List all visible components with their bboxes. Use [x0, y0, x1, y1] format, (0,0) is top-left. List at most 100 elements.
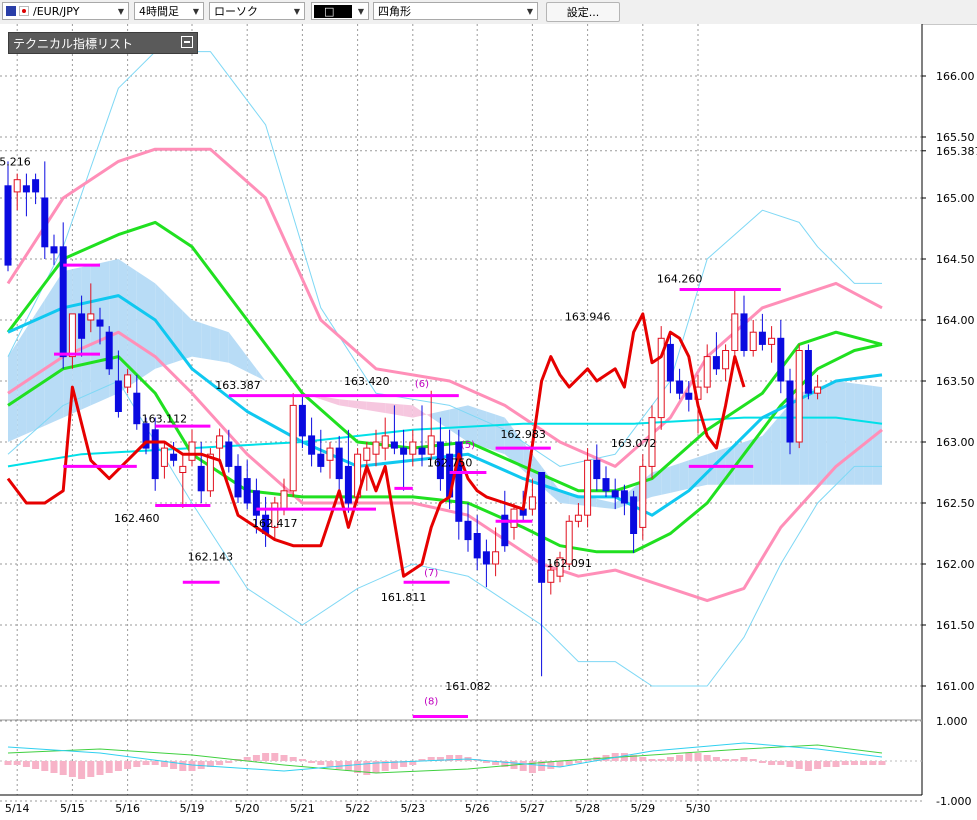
- osc-histogram-bar: [13, 761, 21, 765]
- settings-button[interactable]: 設定...: [546, 2, 620, 22]
- osc-histogram-bar: [768, 761, 776, 765]
- osc-histogram-bar: [786, 761, 794, 767]
- ichimoku-cloud-segment: [210, 326, 220, 362]
- x-tick-label: 5/23: [400, 802, 425, 815]
- x-tick-label: 5/14: [5, 802, 30, 815]
- candle-body: [206, 453, 214, 492]
- price-annotation: 162.750: [427, 457, 473, 470]
- shape-label: 四角形: [378, 5, 411, 18]
- y-tick-label: 163.50: [936, 375, 975, 388]
- osc-histogram-bar: [777, 761, 785, 765]
- x-tick-label: 5/21: [290, 802, 315, 815]
- x-tick-label: 5/20: [235, 802, 260, 815]
- candle-body: [473, 533, 481, 559]
- price-chart[interactable]: 5/14 5/15 5/16 5/19 5/20 5/21 5/22 5/23 5/26 5/27…: [0, 24, 977, 820]
- chart-type-select[interactable]: ローソク ▼: [209, 2, 305, 20]
- chevron-down-icon: ▼: [357, 6, 365, 16]
- candle-body: [703, 356, 711, 388]
- color-label: □: [314, 4, 352, 18]
- candle-body: [602, 478, 610, 492]
- candle-body: [317, 453, 325, 467]
- candle-body: [289, 404, 297, 492]
- y-tick-label: 161.00: [936, 680, 975, 693]
- jp-flag-icon: [19, 6, 29, 16]
- candle-body: [170, 453, 178, 461]
- candle-body: [78, 313, 86, 339]
- ichimoku-cloud-segment: [845, 382, 855, 485]
- osc-histogram-bar: [519, 761, 527, 771]
- candle-body: [252, 490, 260, 516]
- wave-count-label: (6): [415, 379, 429, 390]
- candle-body: [22, 185, 30, 193]
- ichimoku-cloud-segment: [771, 414, 781, 485]
- candle-body: [114, 380, 122, 412]
- symbol-select[interactable]: /EUR/JPY ▼: [2, 2, 129, 20]
- osc-histogram-bar: [326, 761, 334, 767]
- ichimoku-cloud-segment: [164, 292, 174, 366]
- candle-body: [243, 478, 251, 504]
- candle-body: [32, 179, 40, 193]
- candle-body: [758, 331, 766, 345]
- candle-body: [676, 380, 684, 394]
- x-tick-label: 5/26: [465, 802, 490, 815]
- candle-body: [197, 465, 205, 492]
- price-annotation: 163.946: [565, 311, 611, 324]
- ichimoku-cloud-segment: [468, 405, 478, 446]
- candle-body: [298, 404, 306, 437]
- candle-body: [381, 435, 389, 449]
- candle-body: [188, 441, 196, 461]
- chevron-down-icon: ▼: [192, 6, 200, 16]
- minimize-icon[interactable]: [181, 36, 193, 48]
- wave-count-label: (7): [424, 568, 438, 579]
- osc-histogram-bar: [4, 761, 12, 765]
- color-select[interactable]: □ ▼: [311, 2, 369, 20]
- osc-histogram-bar: [565, 761, 573, 765]
- candle-body: [105, 331, 113, 370]
- candle-body: [630, 496, 638, 534]
- osc-histogram-bar: [87, 761, 95, 777]
- timeframe-select[interactable]: 4時間足 ▼: [134, 2, 204, 20]
- price-annotation: 163.072: [611, 437, 657, 450]
- osc-histogram-bar: [335, 761, 343, 769]
- osc-histogram-bar: [639, 757, 647, 761]
- osc-histogram-bar: [804, 761, 812, 771]
- x-tick-label: 5/15: [60, 802, 85, 815]
- candle-body: [510, 508, 518, 528]
- osc-histogram-bar: [78, 761, 86, 779]
- timeframe-label: 4時間足: [139, 5, 179, 18]
- candle-body: [584, 459, 592, 516]
- osc-histogram-bar: [740, 757, 748, 761]
- osc-histogram-bar: [694, 753, 702, 761]
- candle-body: [234, 465, 242, 498]
- y-tick-label: 164.00: [936, 314, 975, 327]
- candle-body: [768, 337, 776, 345]
- osc-histogram-bar: [280, 755, 288, 761]
- ichimoku-cloud-segment: [854, 383, 864, 485]
- price-annotation: 163.420: [344, 375, 390, 388]
- osc-histogram-bar: [262, 753, 270, 761]
- price-annotation: 162.143: [188, 551, 234, 564]
- osc-histogram-bar: [574, 761, 582, 763]
- y-tick-label: 166.00: [936, 70, 975, 83]
- wave-count-label: (5): [461, 440, 475, 451]
- ichimoku-cloud-segment: [136, 271, 146, 381]
- ichimoku-cloud-segment: [458, 405, 468, 442]
- candle-body: [59, 246, 67, 358]
- toolbar: /EUR/JPY ▼ 4時間足 ▼ ローソク ▼ □ ▼ 四角形 ▼ 設定...: [0, 0, 977, 25]
- osc-histogram-bar: [455, 755, 463, 761]
- osc-histogram-bar: [225, 761, 233, 763]
- candle-body: [390, 441, 398, 449]
- y-tick-label: 165.50: [936, 131, 975, 144]
- ichimoku-cloud-segment: [201, 323, 211, 360]
- y-tick-label: 161.50: [936, 619, 975, 632]
- osc-histogram-bar: [68, 761, 76, 777]
- y-tick-label: 165.387: [936, 145, 977, 158]
- osc-histogram-bar: [878, 761, 886, 765]
- osc-histogram-bar: [96, 761, 104, 775]
- candle-body: [50, 246, 58, 254]
- shape-select[interactable]: 四角形 ▼: [373, 2, 538, 20]
- ichimoku-cloud-segment: [836, 381, 846, 485]
- osc-histogram-bar: [105, 761, 113, 773]
- indicator-list-panel[interactable]: テクニカル指標リスト: [8, 32, 198, 54]
- candle-body: [804, 350, 812, 394]
